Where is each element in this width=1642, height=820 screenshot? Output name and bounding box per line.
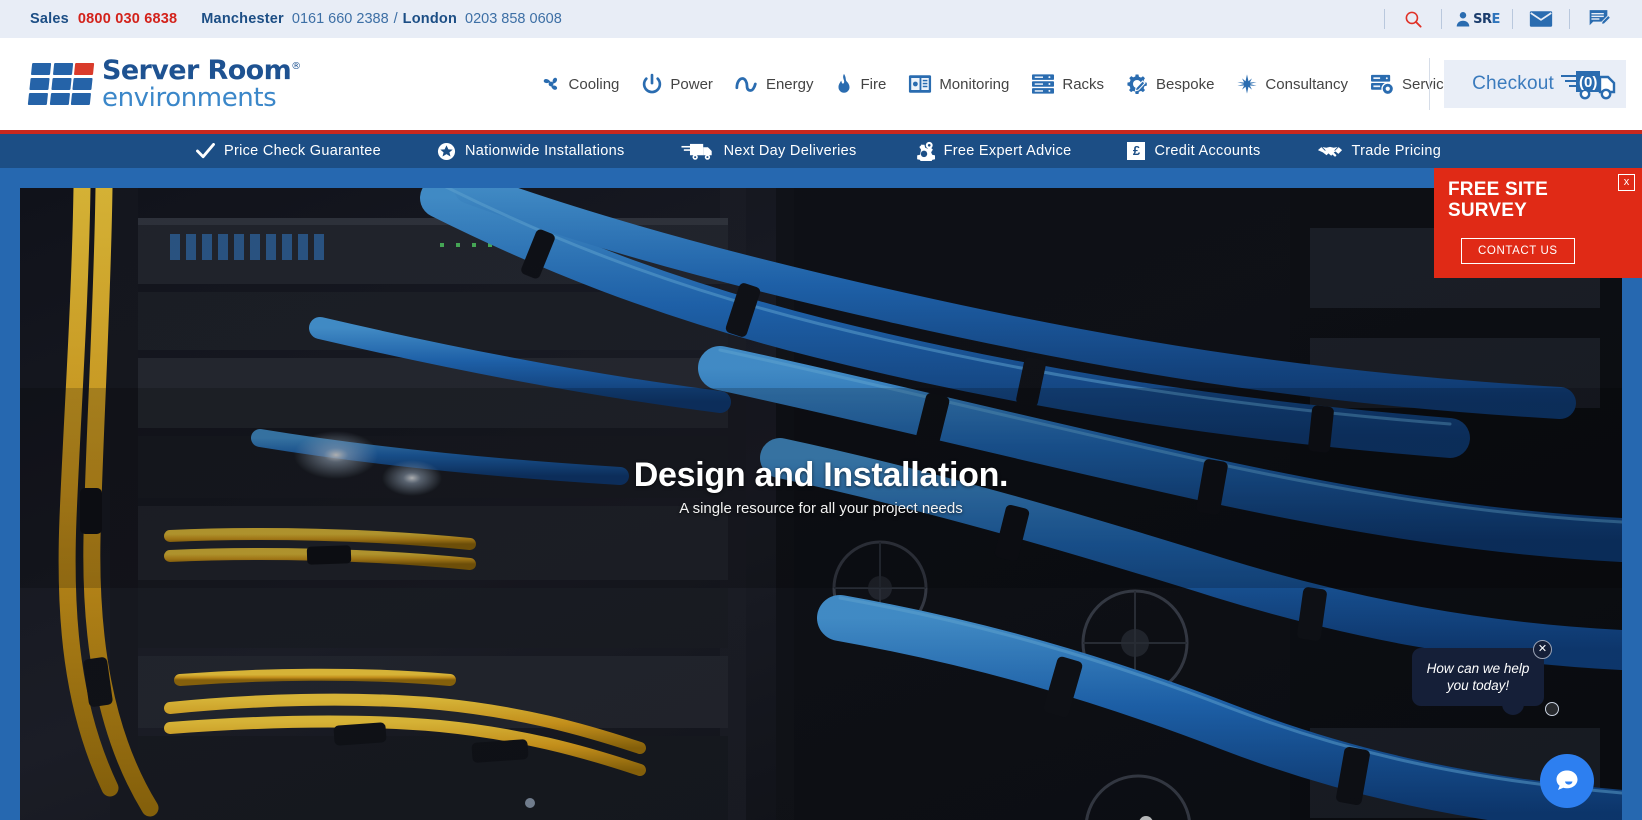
badge-star-icon — [437, 142, 456, 161]
nav-label: Monitoring — [939, 76, 1009, 93]
check-icon — [196, 143, 215, 160]
checkout-label: Checkout — [1472, 73, 1554, 95]
survey-contact-button[interactable]: CONTACT US — [1461, 238, 1575, 264]
cart-count: (0) — [1579, 74, 1597, 91]
account-sre-label: SRE — [1473, 12, 1500, 27]
nav-item-cooling[interactable]: Cooling — [529, 61, 631, 107]
nav-label: Cooling — [569, 76, 620, 93]
gears-icon — [913, 141, 935, 161]
search-button[interactable] — [1385, 0, 1441, 38]
waveform-icon — [735, 74, 759, 94]
truck-icon — [681, 141, 715, 161]
benefits-bar: Price Check Guarantee Nationwide Install… — [0, 134, 1642, 168]
benefit-nationwide-installations[interactable]: Nationwide Installations — [437, 142, 625, 161]
nav-label: Fire — [860, 76, 886, 93]
benefit-price-check-guarantee[interactable]: Price Check Guarantee — [196, 143, 381, 160]
benefit-trade-pricing[interactable]: Trade Pricing — [1317, 143, 1442, 160]
benefit-label: Price Check Guarantee — [224, 143, 381, 159]
hero-text-block: Design and Installation. A single resour… — [20, 456, 1622, 517]
manchester-phone-number[interactable]: 0161 660 2388 — [292, 11, 389, 27]
benefit-label: Free Expert Advice — [944, 143, 1072, 159]
logo-registered-mark: ® — [291, 61, 300, 72]
star-burst-icon — [1236, 73, 1258, 95]
hero-subheading: A single resource for all your project n… — [20, 500, 1622, 517]
chat-tooltip: ✕ How can we help you today! — [1412, 648, 1544, 706]
logo-line1: Server Room — [102, 55, 291, 86]
pound-icon: £ — [1127, 142, 1145, 160]
nav-item-bespoke[interactable]: Bespoke — [1115, 61, 1225, 107]
logo-wordmark: Server Room® environments — [102, 57, 301, 111]
benefit-label: Next Day Deliveries — [724, 143, 857, 159]
nav-item-racks[interactable]: Racks — [1020, 61, 1115, 107]
nav-label: Consultancy — [1265, 76, 1348, 93]
gear-pencil-icon — [1126, 73, 1149, 96]
server-gear-icon — [1370, 73, 1395, 95]
account-icon — [1454, 10, 1472, 28]
account-button[interactable]: SRE — [1442, 0, 1512, 38]
benefit-label: Trade Pricing — [1352, 143, 1442, 159]
nav-item-consultancy[interactable]: Consultancy — [1225, 61, 1359, 107]
survey-title-line1: FREE SITE — [1448, 180, 1628, 201]
sales-phone-number[interactable]: 0800 030 6838 — [78, 11, 177, 27]
email-button[interactable] — [1513, 0, 1569, 38]
flame-icon — [835, 73, 853, 95]
site-logo[interactable]: Server Room® environments — [30, 57, 301, 111]
chat-tail-dot — [1545, 702, 1559, 716]
free-site-survey-popup: x FREE SITE SURVEY CONTACT US — [1434, 168, 1642, 278]
logo-grid-icon — [28, 63, 94, 105]
chat-close-button[interactable]: ✕ — [1533, 640, 1552, 659]
hero-banner[interactable]: Design and Installation. A single resour… — [20, 188, 1622, 820]
benefit-label: Nationwide Installations — [465, 143, 625, 159]
benefit-label: Credit Accounts — [1154, 143, 1260, 159]
nav-item-energy[interactable]: Energy — [724, 61, 825, 107]
london-phone-number[interactable]: 0203 858 0608 — [465, 11, 562, 27]
divider — [1429, 58, 1430, 110]
sales-label: Sales — [30, 11, 69, 27]
benefit-free-expert-advice[interactable]: Free Expert Advice — [913, 141, 1072, 161]
monitor-icon — [908, 74, 932, 94]
top-utility-icons: SRE — [1384, 0, 1626, 38]
checkout-area: Checkout (0) — [1429, 58, 1626, 110]
search-icon — [1404, 10, 1423, 29]
phone-numbers: Sales 0800 030 6838 Manchester 0161 660 … — [30, 11, 562, 27]
main-navigation: Cooling Power Energy — [529, 61, 1471, 107]
survey-title: FREE SITE SURVEY — [1448, 180, 1628, 221]
nav-label: Power — [670, 76, 713, 93]
nav-item-power[interactable]: Power — [630, 61, 724, 107]
handshake-icon — [1317, 143, 1343, 160]
nav-item-fire[interactable]: Fire — [824, 61, 897, 107]
phone-separator: / — [394, 11, 398, 27]
hero-section: Design and Installation. A single resour… — [0, 168, 1642, 820]
nav-label: Energy — [766, 76, 814, 93]
chat-bubble-icon — [1553, 767, 1581, 795]
survey-title-line2: SURVEY — [1448, 201, 1628, 222]
rack-icon — [1031, 73, 1055, 95]
chat-launcher-button[interactable] — [1540, 754, 1594, 808]
chat-message: How can we help you today! — [1422, 661, 1534, 694]
benefit-next-day-deliveries[interactable]: Next Day Deliveries — [681, 141, 857, 161]
power-icon — [641, 73, 663, 95]
logo-line2: environments — [102, 85, 301, 111]
london-label: London — [403, 11, 457, 27]
nav-label: Racks — [1062, 76, 1104, 93]
manchester-label: Manchester — [201, 11, 284, 27]
quote-button[interactable] — [1570, 0, 1626, 38]
cart-truck: (0) — [1560, 66, 1618, 102]
site-header: Server Room® environments Cooling — [0, 38, 1642, 130]
hero-heading: Design and Installation. — [20, 456, 1622, 495]
top-contact-bar: Sales 0800 030 6838 Manchester 0161 660 … — [0, 0, 1642, 38]
checkout-button[interactable]: Checkout (0) — [1444, 60, 1626, 108]
nav-label: Bespoke — [1156, 76, 1214, 93]
survey-close-button[interactable]: x — [1618, 174, 1635, 191]
quote-icon — [1587, 9, 1610, 29]
nav-item-monitoring[interactable]: Monitoring — [897, 61, 1020, 107]
fan-icon — [540, 73, 562, 95]
benefit-credit-accounts[interactable]: £ Credit Accounts — [1127, 142, 1260, 160]
envelope-icon — [1529, 10, 1553, 28]
